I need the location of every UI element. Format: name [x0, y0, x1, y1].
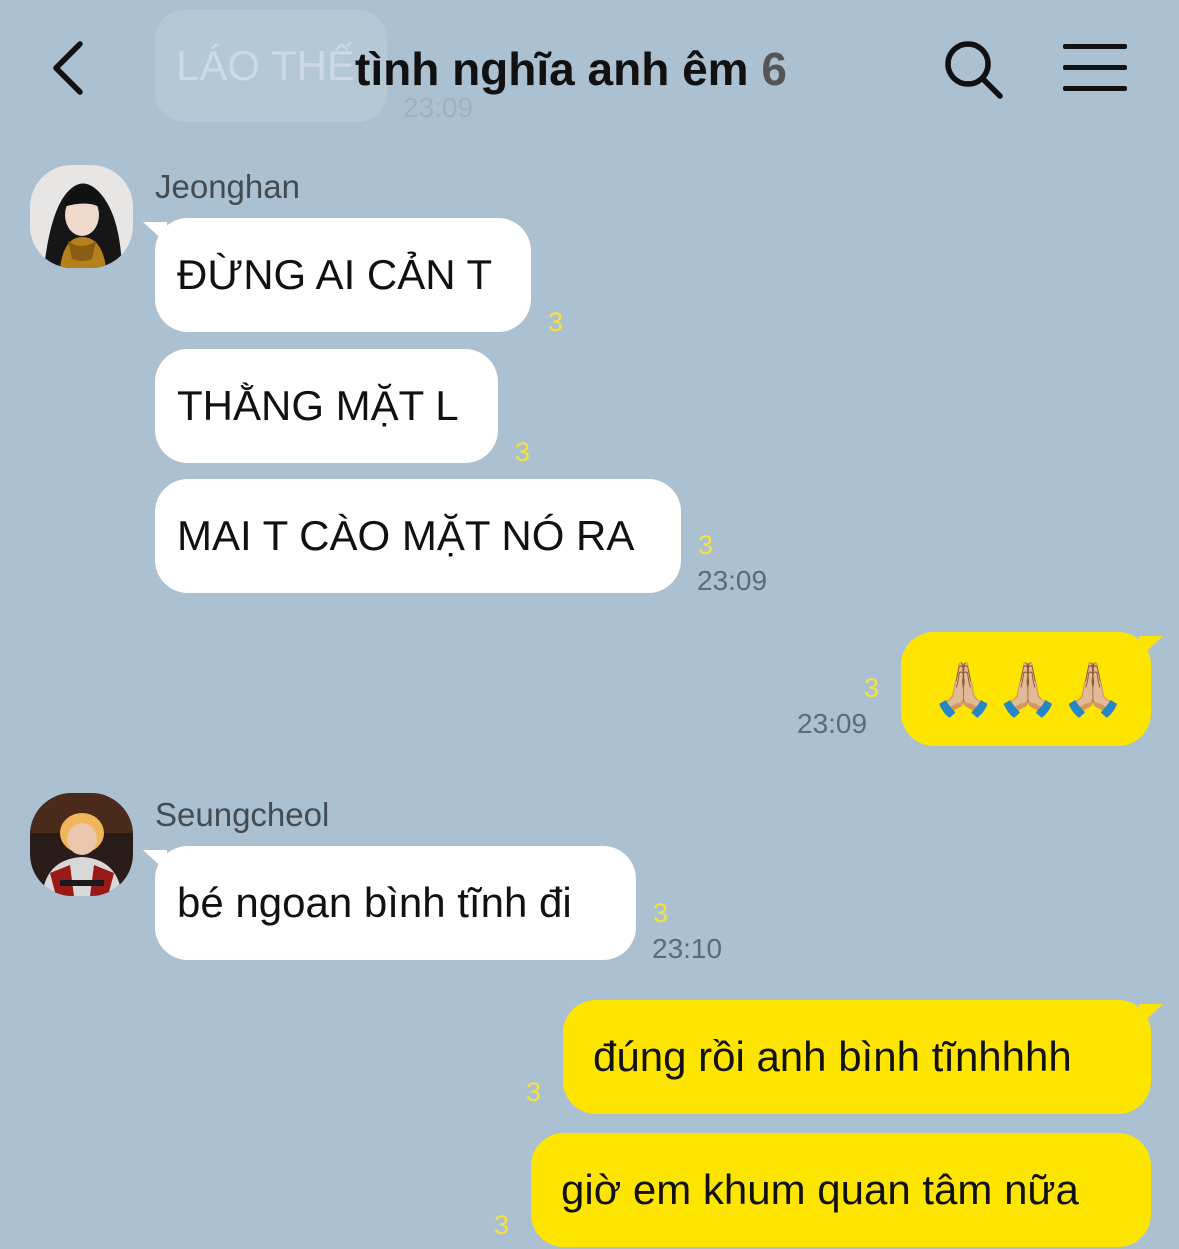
- bubble-tail: [143, 850, 167, 872]
- message-text: MAI T CÀO MẶT NÓ RA: [177, 512, 635, 559]
- message-bubble[interactable]: giờ em khum quan tâm nữa: [531, 1133, 1151, 1247]
- message-bubble[interactable]: ĐỪNG AI CẢN T: [143, 218, 531, 332]
- message-bubble[interactable]: 🙏🏼🙏🏼🙏🏼: [901, 632, 1163, 746]
- message-text: đúng rồi anh bình tĩnhhhh: [593, 1033, 1072, 1080]
- ghost-message-time: 23:09: [403, 92, 474, 123]
- hamburger-menu-icon[interactable]: [1060, 40, 1130, 96]
- message-text: 🙏🏼🙏🏼🙏🏼: [931, 659, 1126, 720]
- bubble-tail: [1139, 1004, 1163, 1026]
- message-time: 23:10: [652, 933, 723, 964]
- message-time: 23:09: [797, 708, 868, 739]
- message-time: 23:09: [697, 565, 768, 596]
- chevron-left-icon[interactable]: [44, 38, 104, 98]
- unread-count: 3: [548, 307, 564, 337]
- avatar-jeonghan[interactable]: [30, 165, 133, 268]
- sender-name: Seungcheol: [155, 796, 330, 833]
- unread-count: 3: [515, 437, 531, 467]
- unread-count: 3: [864, 673, 880, 703]
- message-bubble[interactable]: bé ngoan bình tĩnh đi: [143, 846, 636, 960]
- unread-count: 3: [653, 898, 669, 928]
- ghost-message-text: LÁO THẾ: [176, 42, 355, 89]
- message-bubble[interactable]: MAI T CÀO MẶT NÓ RA: [155, 479, 681, 593]
- unread-count: 3: [494, 1210, 510, 1240]
- message-bubble[interactable]: THẰNG MẶT L: [155, 349, 498, 463]
- avatar-seungcheol[interactable]: [30, 793, 133, 896]
- sender-name: Jeonghan: [155, 168, 300, 205]
- message-text: giờ em khum quan tâm nữa: [561, 1166, 1079, 1213]
- message-bubble[interactable]: đúng rồi anh bình tĩnhhhh: [563, 1000, 1163, 1114]
- unread-count: 3: [526, 1077, 542, 1107]
- message-text: ĐỪNG AI CẢN T: [177, 251, 493, 298]
- bubble-tail: [143, 222, 167, 244]
- member-count: 6: [761, 43, 787, 95]
- chat-name: tình nghĩa anh êm: [355, 43, 749, 95]
- chat-title: tình nghĩa anh êm 6: [355, 42, 787, 96]
- message-text: bé ngoan bình tĩnh đi: [177, 879, 572, 926]
- message-text: THẰNG MẶT L: [177, 382, 459, 429]
- bubble-tail: [1139, 636, 1163, 658]
- unread-count: 3: [698, 530, 714, 560]
- search-icon[interactable]: [940, 36, 1006, 102]
